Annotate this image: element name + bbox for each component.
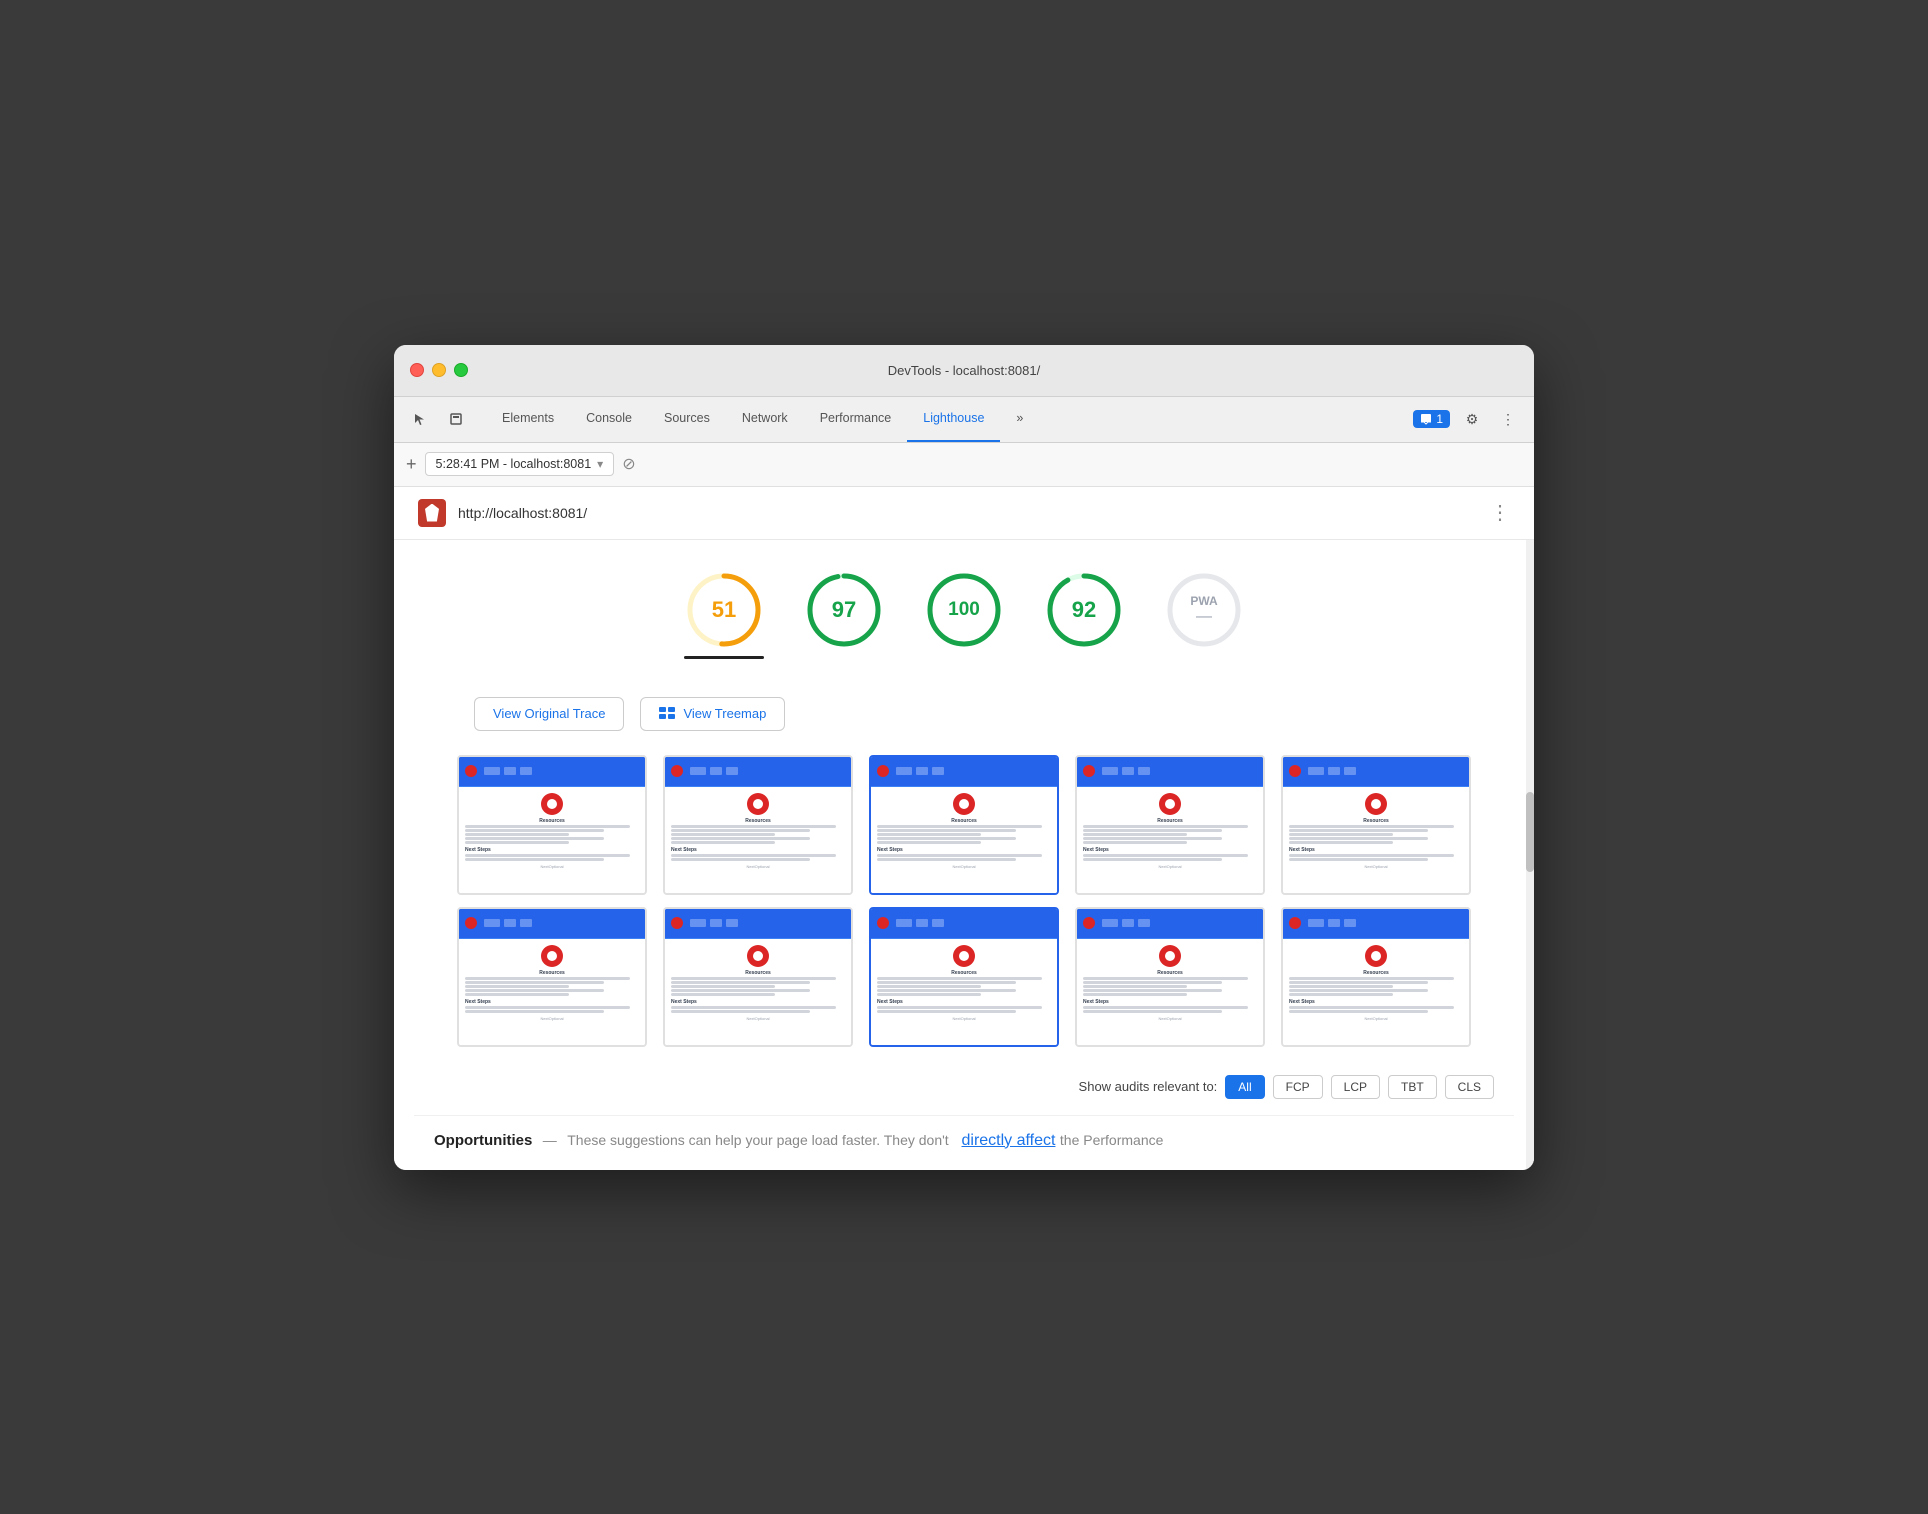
scrollbar-thumb[interactable]: [1526, 792, 1534, 872]
screenshot-thumb-1: Resources Next Steps NextOptional: [457, 755, 647, 895]
screenshot-logo-icon-1: [465, 765, 477, 777]
screenshot-thumb-2: Resources Next Steps NextOptional: [663, 755, 853, 895]
score-pwa: PWA —: [1164, 570, 1244, 659]
score-circle-accessibility: 97: [804, 570, 884, 650]
score-seo: 92: [1044, 570, 1124, 659]
tab-elements[interactable]: Elements: [486, 396, 570, 442]
screenshot-thumb-6: Resources Next Steps NextOptional: [457, 907, 647, 1047]
scrollbar-track: [1526, 540, 1534, 1170]
screenshot-thumb-5: Resources Next Steps NextOptional: [1281, 755, 1471, 895]
url-input-container: 5:28:41 PM - localhost:8081 ▾: [425, 452, 615, 476]
opportunities-link[interactable]: directly affect: [961, 1132, 1055, 1149]
tab-network[interactable]: Network: [726, 396, 804, 442]
screenshot-thumb-10: Resources Next Steps NextOptional: [1281, 907, 1471, 1047]
add-tab-button[interactable]: +: [406, 454, 417, 475]
toolbar-left-icons: [406, 405, 470, 433]
report-url: http://localhost:8081/: [458, 505, 1478, 521]
pwa-label: PWA: [1190, 594, 1217, 608]
tab-sources[interactable]: Sources: [648, 396, 726, 442]
score-best-practices: 100: [924, 570, 1004, 659]
traffic-lights: [410, 363, 468, 377]
pwa-score-container: PWA —: [1190, 594, 1217, 626]
audit-filters-label: Show audits relevant to:: [1079, 1079, 1218, 1094]
seo-score-value: 92: [1072, 597, 1096, 623]
tab-more[interactable]: »: [1000, 396, 1039, 442]
accessibility-score-value: 97: [832, 597, 856, 623]
filter-lcp-button[interactable]: LCP: [1331, 1075, 1380, 1099]
filter-cls-button[interactable]: CLS: [1445, 1075, 1494, 1099]
no-entry-icon: ⊘: [622, 454, 635, 474]
tab-console[interactable]: Console: [570, 396, 648, 442]
screenshots-row-2: Resources Next Steps NextOptional: [434, 907, 1494, 1047]
settings-icon[interactable]: ⚙: [1458, 405, 1486, 433]
view-original-trace-button[interactable]: View Original Trace: [474, 697, 624, 731]
screenshots-grid: Resources Next Steps NextOptional: [414, 755, 1514, 1047]
score-performance: 51: [684, 570, 764, 659]
opportunities-section: Opportunities — These suggestions can he…: [414, 1115, 1514, 1150]
filter-all-button[interactable]: All: [1225, 1075, 1264, 1099]
score-circle-best-practices: 100: [924, 570, 1004, 650]
opportunities-description-end: the Performance: [1060, 1132, 1164, 1148]
screenshot-thumb-7: Resources Next Steps NextOptional: [663, 907, 853, 1047]
score-circle-pwa: PWA —: [1164, 570, 1244, 650]
cursor-icon[interactable]: [406, 405, 434, 433]
opportunities-description: These suggestions can help your page loa…: [567, 1132, 948, 1148]
window-title: DevTools - localhost:8081/: [888, 363, 1040, 378]
screenshot-thumb-8: Resources Next Steps NextOptional: [869, 907, 1059, 1047]
report-more-button[interactable]: ⋮: [1490, 500, 1510, 525]
report-header: http://localhost:8081/ ⋮: [394, 487, 1534, 540]
lighthouse-logo-icon: [418, 499, 446, 527]
performance-score-value: 51: [712, 597, 736, 623]
filter-fcp-button[interactable]: FCP: [1273, 1075, 1323, 1099]
main-content: 51 97: [394, 540, 1534, 1170]
active-score-indicator: [684, 656, 764, 659]
more-options-icon[interactable]: ⋮: [1494, 405, 1522, 433]
opportunities-title: Opportunities: [434, 1132, 532, 1149]
url-timestamp: 5:28:41 PM - localhost:8081: [436, 457, 592, 471]
screenshot-thumb-9: Resources Next Steps NextOptional: [1075, 907, 1265, 1047]
score-accessibility: 97: [804, 570, 884, 659]
devtools-toolbar: Elements Console Sources Network Perform…: [394, 397, 1534, 443]
close-button[interactable]: [410, 363, 424, 377]
view-treemap-button[interactable]: View Treemap: [640, 697, 785, 731]
tab-lighthouse[interactable]: Lighthouse: [907, 396, 1000, 442]
toolbar-tabs: Elements Console Sources Network Perform…: [486, 396, 1405, 442]
treemap-icon: [659, 706, 675, 722]
dropdown-arrow-icon[interactable]: ▾: [597, 457, 603, 471]
pwa-dash-icon: —: [1190, 608, 1217, 626]
action-buttons: View Original Trace View Treemap: [414, 697, 1514, 731]
inspect-element-icon[interactable]: [442, 405, 470, 433]
best-practices-score-value: 100: [948, 599, 980, 621]
score-circle-performance: 51: [684, 570, 764, 650]
toolbar-right: 1 ⚙ ⋮: [1413, 405, 1522, 433]
report-container: 51 97: [394, 540, 1534, 1170]
screenshot-thumb-3: Resources Next Steps NextOptional: [869, 755, 1059, 895]
screenshot-thumb-4: Resources Next Steps NextOptional: [1075, 755, 1265, 895]
score-circle-seo: 92: [1044, 570, 1124, 650]
notification-badge[interactable]: 1: [1413, 410, 1450, 428]
filter-tbt-button[interactable]: TBT: [1388, 1075, 1437, 1099]
maximize-button[interactable]: [454, 363, 468, 377]
tab-performance[interactable]: Performance: [804, 396, 908, 442]
title-bar: DevTools - localhost:8081/: [394, 345, 1534, 397]
url-bar: + 5:28:41 PM - localhost:8081 ▾ ⊘: [394, 443, 1534, 487]
scores-row: 51 97: [414, 560, 1514, 669]
opportunities-dash: —: [543, 1132, 557, 1148]
minimize-button[interactable]: [432, 363, 446, 377]
screenshots-row-1: Resources Next Steps NextOptional: [434, 755, 1494, 895]
devtools-window: DevTools - localhost:8081/ Elements Cons…: [394, 345, 1534, 1170]
audit-filters: Show audits relevant to: All FCP LCP TBT…: [414, 1075, 1514, 1099]
